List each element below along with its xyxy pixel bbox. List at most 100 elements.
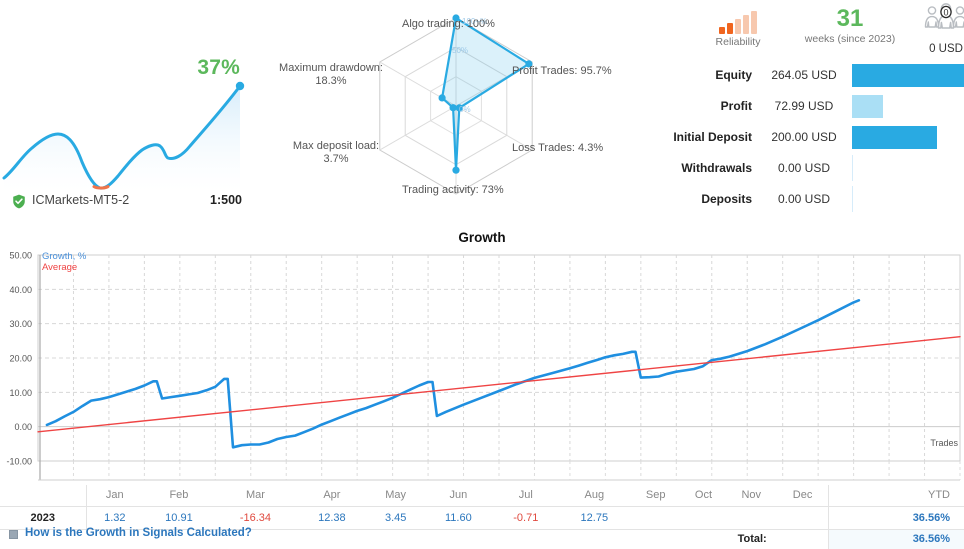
ytick-label-5: 40.00 [9, 285, 32, 295]
radar-label-max-deposit-load: Max deposit load: 3.7% [286, 140, 386, 166]
months-col-header-Sep: Sep [645, 489, 666, 502]
stat-label-deposits: Deposits [701, 192, 752, 206]
subscribers-badge-count: 0 [943, 7, 948, 17]
leverage-value: 1:500 [210, 193, 242, 207]
months-cell-Oct [681, 506, 726, 529]
months-cell-Apr: 12.38 [318, 511, 346, 524]
reliability-label: Reliability [715, 36, 761, 48]
months-cell-Jul: -0.71 [513, 511, 539, 524]
weeks-block: 31 weeks (since 2023) [790, 5, 910, 45]
ytick-label-0: -10.00 [6, 457, 32, 467]
months-col-header-Jan: Jan [85, 485, 144, 506]
stat-bar-track-equity [852, 62, 964, 90]
stat-label-equity: Equity [715, 68, 752, 82]
radar-label-maximum-drawdown-line2: 18.3% [315, 75, 347, 87]
weeks-label: weeks (since 2023) [804, 33, 896, 45]
months-col-header-YTD: YTD [828, 485, 964, 506]
sparkline-area [4, 86, 240, 193]
months-col-header-May: May [385, 489, 407, 502]
reliability-bar-5 [751, 11, 757, 34]
growth-explanation-link[interactable]: How is the Growth in Signals Calculated? [25, 527, 252, 539]
stat-value-profit: 72.99 USD [774, 99, 834, 113]
radar-label-trading-activity: Trading activity: 73% [402, 184, 504, 196]
statistics-radar-panel: 100+% 50% 0% Algo trading: 100% Profit T… [272, 0, 640, 220]
months-col-header-Mar: Mar [245, 489, 265, 502]
reliability-bar-2 [727, 23, 733, 34]
stat-row-deposits: Deposits 0.00 USD [640, 186, 964, 217]
months-cell-Jan: 1.32 [85, 506, 144, 529]
radar-label-maximum-drawdown: Maximum drawdown: 18.3% [276, 62, 386, 88]
radar-point-max-deposit-load [449, 104, 457, 112]
sparkline-chart [2, 81, 245, 193]
radar-scale-middle-label: 50% [452, 46, 468, 55]
stat-value-deposits: 0.00 USD [777, 192, 831, 206]
radar-scale-inner-label: 0% [459, 105, 471, 114]
stat-bar-track-initial-deposit [852, 124, 964, 152]
reliability-block: Reliability [688, 8, 788, 48]
months-row-year: 2023 [30, 511, 55, 524]
stat-value-equity: 264.05 USD [771, 68, 837, 82]
growth-grid [37, 254, 961, 462]
months-col-header-Dec: Dec [792, 489, 813, 502]
stat-bar-withdrawals [852, 155, 853, 181]
broker-name: ICMarkets-MT5-2 [32, 193, 130, 207]
growth-percent-label: 37% [197, 56, 240, 79]
months-col-header-Apr: Apr [323, 489, 341, 502]
weeks-value: 31 [836, 5, 864, 32]
stat-row-withdrawals: Withdrawals 0.00 USD [640, 155, 964, 186]
sparkline-dip-highlight [92, 185, 110, 190]
subscribers-amount-label: 0 USD [929, 43, 963, 55]
legend-average: Average [42, 262, 78, 273]
reliability-bar-4 [743, 15, 749, 34]
radar-label-max-deposit-load-line1: Max deposit load: [292, 140, 380, 152]
radar-label-loss-trades: Loss Trades: 4.3% [512, 142, 604, 154]
broker-row: ICMarkets-MT5-2 1:500 [8, 193, 264, 213]
reliability-bar-3 [735, 19, 741, 34]
months-cell-Feb: 10.91 [165, 511, 193, 524]
signal-bars-icon [688, 8, 788, 34]
radar-label-profit-trades: Profit Trades: 95.7% [512, 65, 612, 77]
months-table-row: 2023 1.32 10.91 -16.34 12.38 3.45 11.60 -0.71 12… [0, 506, 964, 529]
stat-bar-deposits [852, 186, 853, 212]
stat-bar-track-withdrawals [852, 155, 964, 183]
sparkline-end-dot [235, 81, 245, 91]
months-col-header-Nov: Nov [741, 489, 761, 502]
months-col-header-Feb: Feb [169, 489, 189, 502]
stat-value-initial-deposit: 200.00 USD [771, 130, 837, 144]
info-book-icon [9, 530, 18, 539]
months-cell-Jun: 11.60 [445, 511, 472, 524]
stat-value-withdrawals: 0.00 USD [777, 161, 831, 175]
ytick-label-6: 50.00 [9, 251, 32, 261]
months-cell-ytd: 36.56% [828, 506, 964, 529]
stat-bar-track-deposits [852, 186, 964, 214]
legend-growth: Growth, % [42, 251, 87, 262]
radar-label-max-deposit-load-line2: 3.7% [323, 153, 349, 165]
months-cell-Mar: -16.34 [239, 511, 272, 524]
ytick-label-1: 0.00 [14, 422, 32, 432]
subscribers-group-icon: 0 [924, 3, 964, 29]
stat-bar-track-profit [852, 93, 964, 121]
radar-point-trading-activity [452, 166, 460, 174]
stats-rows: Equity 264.05 USD Profit 72.99 USD Initial D… [640, 62, 964, 217]
ytick-label-2: 10.00 [9, 388, 32, 398]
reliability-bar-1 [719, 27, 725, 34]
stat-row-equity: Equity 264.05 USD [640, 62, 964, 93]
stat-bar-equity [852, 64, 964, 87]
months-cell-Nov [726, 506, 777, 529]
account-stats-panel: Reliability 31 weeks (since 2023) 0 0 US… [640, 0, 964, 220]
growth-legend: Growth, % Average [42, 251, 86, 273]
months-cell-Aug: 12.75 [580, 511, 609, 524]
radar-point-maximum-drawdown [438, 94, 446, 102]
stat-label-profit: Profit [720, 99, 752, 113]
months-cell-Dec [777, 506, 829, 529]
footer: How is the Growth in Signals Calculated? [0, 527, 964, 544]
months-cell-Sep [630, 506, 681, 529]
stat-label-initial-deposit: Initial Deposit [673, 130, 752, 144]
stat-bar-profit [852, 95, 884, 118]
radar-label-maximum-drawdown-line1: Maximum drawdown: [279, 62, 383, 74]
months-col-header-Aug: Aug [584, 489, 605, 502]
radar-label-algo-trading: Algo trading: 100% [402, 18, 495, 30]
growth-sparkline-panel: 37% ICMarkets-MT5-2 1:500 [0, 0, 272, 220]
ytick-label-4: 30.00 [9, 319, 32, 329]
x-axis-caption: Trades [930, 438, 958, 448]
